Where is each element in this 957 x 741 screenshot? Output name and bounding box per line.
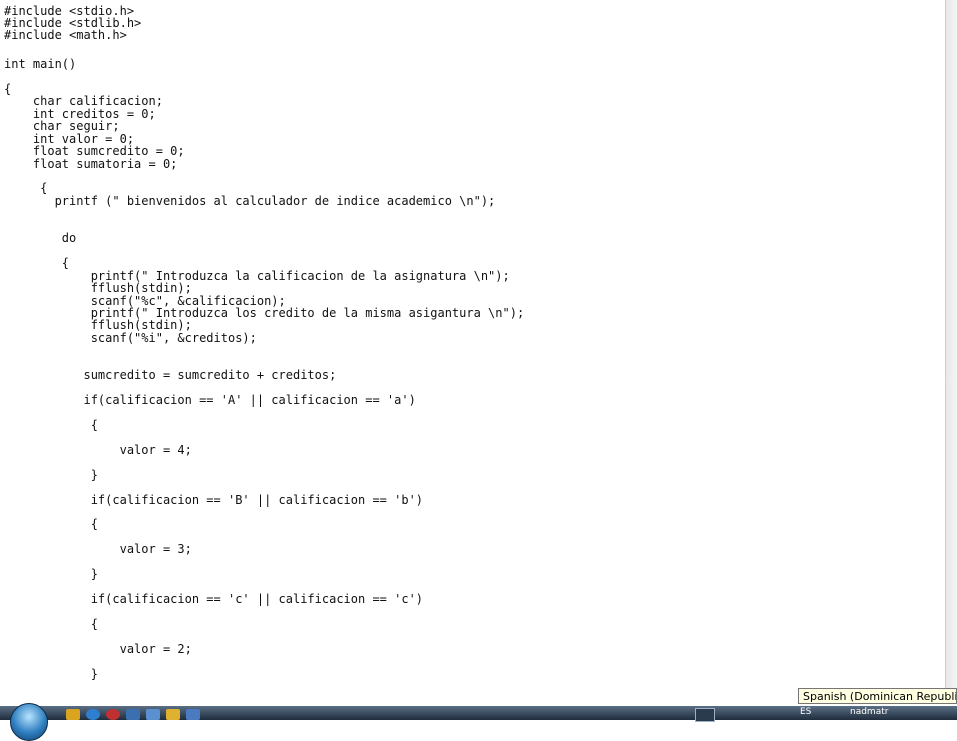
- code-line: valor = 4;: [4, 443, 192, 457]
- code-editor[interactable]: #include <stdio.h> #include <stdlib.h> #…: [0, 0, 945, 690]
- language-indicator[interactable]: ES: [800, 707, 811, 717]
- code-line: {: [4, 181, 48, 195]
- code-line: {: [4, 256, 70, 270]
- explorer-icon[interactable]: [166, 709, 180, 720]
- code-line: if(calificacion == 'c' || calificacion =…: [4, 592, 424, 606]
- media-player-icon[interactable]: [106, 709, 120, 720]
- code-line: char seguir;: [4, 119, 120, 133]
- code-line: sumcredito = sumcredito + creditos;: [4, 368, 337, 382]
- code-line: if(calificacion == 'A' || calificacion =…: [4, 393, 416, 407]
- code-line: {: [4, 617, 98, 631]
- code-line: if(calificacion == 'B' || calificacion =…: [4, 493, 424, 507]
- code-line: do: [4, 231, 77, 245]
- code-line: int main(): [4, 57, 77, 71]
- code-line: valor = 3;: [4, 542, 192, 556]
- code-line: fflush(stdin);: [4, 318, 192, 332]
- code-line: fflush(stdin);: [4, 281, 192, 295]
- tray-user-label[interactable]: nadmatr: [850, 707, 888, 717]
- code-line: }: [4, 567, 98, 581]
- code-line: #include <math.h>: [4, 28, 127, 42]
- language-tooltip: Spanish (Dominican Republic): [798, 688, 957, 704]
- code-line: char calificacion;: [4, 94, 163, 108]
- code-line: }: [4, 468, 98, 482]
- code-line: }: [4, 667, 98, 681]
- desktop-icon[interactable]: [146, 709, 160, 720]
- code-line: {: [4, 418, 98, 432]
- code-line: scanf("%i", &creditos);: [4, 331, 257, 345]
- browser-icon[interactable]: [86, 709, 100, 720]
- app-icon[interactable]: [186, 709, 200, 720]
- folder-icon[interactable]: [66, 709, 80, 720]
- code-line: valor = 2;: [4, 642, 192, 656]
- taskbar: [0, 706, 957, 720]
- vertical-scrollbar[interactable]: [945, 0, 957, 690]
- start-button[interactable]: [10, 703, 48, 741]
- code-line: float sumcredito = 0;: [4, 144, 185, 158]
- code-line: printf (" bienvenidos al calculador de i…: [4, 194, 496, 208]
- code-line: {: [4, 517, 98, 531]
- window-icon[interactable]: [126, 709, 140, 720]
- code-line: float sumatoria = 0;: [4, 157, 178, 171]
